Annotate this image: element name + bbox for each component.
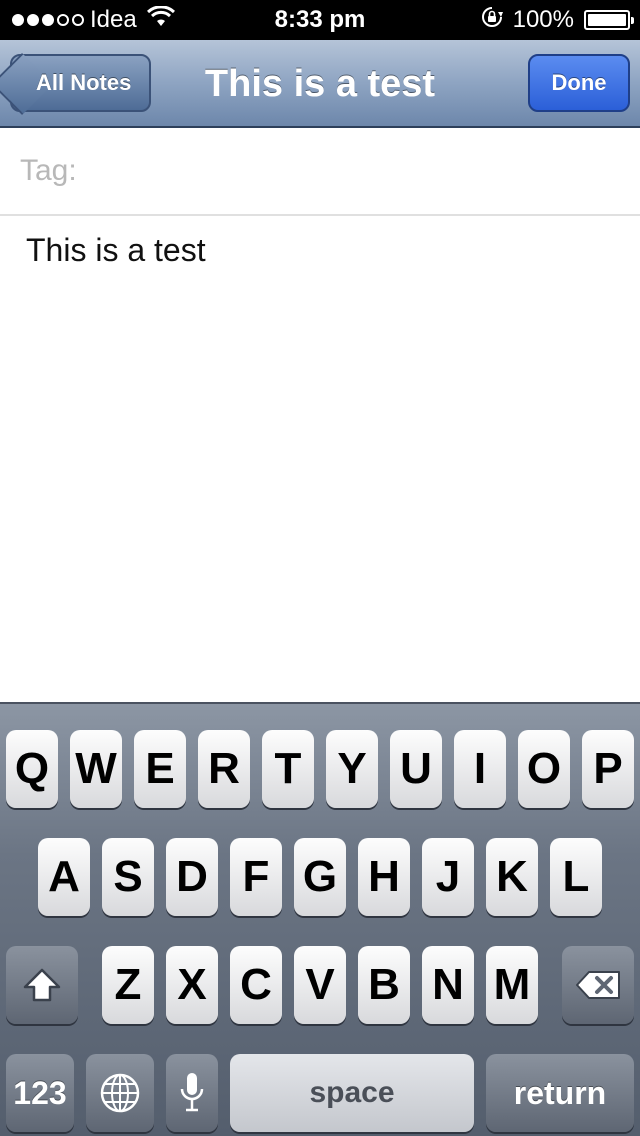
- key-s[interactable]: S: [102, 838, 154, 916]
- key-label: U: [400, 744, 432, 793]
- key-g[interactable]: G: [294, 838, 346, 916]
- key-label: Y: [337, 744, 367, 793]
- shift-icon: [23, 968, 61, 1002]
- key-n[interactable]: N: [422, 946, 474, 1024]
- battery-percent: 100%: [512, 6, 574, 33]
- space-key-label: space: [309, 1076, 395, 1109]
- key-h[interactable]: H: [358, 838, 410, 916]
- battery-level: [588, 14, 626, 26]
- space-key[interactable]: space: [230, 1054, 474, 1132]
- key-label: E: [145, 744, 175, 793]
- numbers-key[interactable]: 123: [6, 1054, 74, 1132]
- key-label: P: [593, 744, 623, 793]
- key-l[interactable]: L: [550, 838, 602, 916]
- key-x[interactable]: X: [166, 946, 218, 1024]
- key-p[interactable]: P: [582, 730, 634, 808]
- shift-key[interactable]: [6, 946, 78, 1024]
- key-label: R: [208, 744, 240, 793]
- key-label: T: [274, 744, 302, 793]
- globe-key[interactable]: [86, 1054, 154, 1132]
- key-label: D: [176, 852, 208, 901]
- back-button-label: All Notes: [36, 70, 132, 95]
- key-o[interactable]: O: [518, 730, 570, 808]
- delete-key[interactable]: [562, 946, 634, 1024]
- tag-row: [0, 128, 640, 216]
- key-k[interactable]: K: [486, 838, 538, 916]
- return-key[interactable]: return: [486, 1054, 634, 1132]
- key-b[interactable]: B: [358, 946, 410, 1024]
- key-r[interactable]: R: [198, 730, 250, 808]
- key-label: I: [473, 744, 487, 793]
- globe-icon: [100, 1073, 140, 1113]
- key-w[interactable]: W: [70, 730, 122, 808]
- key-j[interactable]: J: [422, 838, 474, 916]
- key-label: M: [493, 960, 531, 1009]
- key-label: A: [48, 852, 80, 901]
- key-label: X: [177, 960, 207, 1009]
- key-label: G: [302, 852, 338, 901]
- key-y[interactable]: Y: [326, 730, 378, 808]
- key-u[interactable]: U: [390, 730, 442, 808]
- key-label: F: [242, 852, 270, 901]
- microphone-key[interactable]: [166, 1054, 218, 1132]
- key-label: J: [435, 852, 461, 901]
- keyboard: 123 space return QWERTYUIOP ASDFGHJKL ZXCV…: [0, 702, 640, 1136]
- return-key-label: return: [513, 1074, 607, 1111]
- key-a[interactable]: A: [38, 838, 90, 916]
- key-label: O: [526, 744, 562, 793]
- key-label: W: [75, 744, 117, 793]
- all-notes-back-button[interactable]: All Notes: [10, 54, 152, 112]
- key-i[interactable]: I: [454, 730, 506, 808]
- note-text-area[interactable]: This is a test: [0, 216, 640, 702]
- key-label: C: [240, 960, 272, 1009]
- tag-input[interactable]: [18, 153, 618, 189]
- key-d[interactable]: D: [166, 838, 218, 916]
- key-v[interactable]: V: [294, 946, 346, 1024]
- key-label: B: [368, 960, 400, 1009]
- key-c[interactable]: C: [230, 946, 282, 1024]
- battery-icon: [584, 10, 634, 30]
- key-label: H: [368, 852, 400, 901]
- status-right: 100%: [481, 0, 634, 40]
- key-label: V: [305, 960, 335, 1009]
- key-label: K: [496, 852, 528, 901]
- numbers-key-label: 123: [13, 1074, 67, 1111]
- note-text: This is a test: [26, 232, 206, 268]
- rotation-lock-icon: [481, 6, 503, 35]
- key-t[interactable]: T: [262, 730, 314, 808]
- key-z[interactable]: Z: [102, 946, 154, 1024]
- delete-icon: [576, 971, 620, 999]
- done-button[interactable]: Done: [528, 54, 630, 112]
- key-label: S: [113, 852, 143, 901]
- key-f[interactable]: F: [230, 838, 282, 916]
- key-label: Q: [14, 744, 50, 793]
- microphone-icon: [180, 1073, 204, 1112]
- done-button-label: Done: [551, 70, 607, 95]
- key-e[interactable]: E: [134, 730, 186, 808]
- key-label: Z: [114, 960, 142, 1009]
- key-label: L: [562, 852, 590, 901]
- status-bar: Idea 8:33 pm 100%: [0, 0, 640, 40]
- key-label: N: [432, 960, 464, 1009]
- key-q[interactable]: Q: [6, 730, 58, 808]
- navigation-bar: All Notes Done: [0, 40, 640, 128]
- key-m[interactable]: M: [486, 946, 538, 1024]
